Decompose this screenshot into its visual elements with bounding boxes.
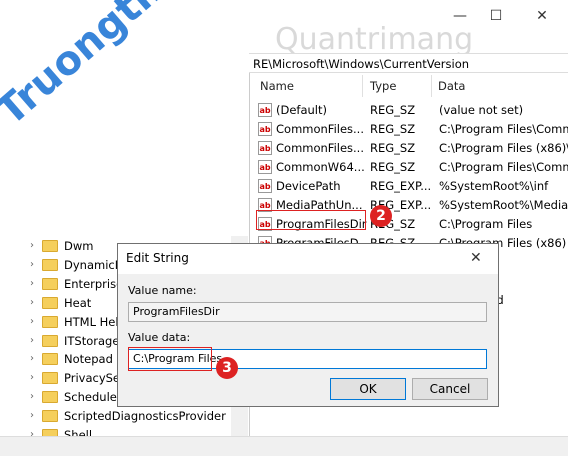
string-value-icon: ab: [258, 160, 272, 174]
list-row[interactable]: ab DevicePath REG_EXP... %SystemRoot%\inf: [258, 177, 568, 196]
tree-item-label: Heat: [64, 295, 92, 310]
folder-icon: [42, 296, 58, 309]
value-data: %SystemRoot%\Media: [439, 198, 568, 212]
folder-icon: [42, 353, 58, 366]
chevron-right-icon[interactable]: ›: [30, 293, 40, 313]
watermark-quantrimang: Quantrimang: [275, 22, 474, 57]
tree-item-label: Notepad: [64, 352, 113, 367]
value-data: %SystemRoot%\inf: [439, 179, 549, 193]
value-name: CommonFiles...: [276, 141, 364, 155]
value-type: REG_EXP...: [370, 179, 432, 193]
watermark-truongtin: Truongtin.top: [0, 0, 251, 135]
column-header-data[interactable]: Data: [438, 79, 465, 93]
tree-item-label: Schedule: [64, 390, 117, 405]
chevron-right-icon[interactable]: ›: [30, 349, 40, 369]
chevron-right-icon[interactable]: ›: [30, 331, 40, 351]
tree-item-label: DynamicM: [64, 257, 125, 272]
list-row[interactable]: ab CommonFiles... REG_SZ C:\Program Files (…: [258, 139, 568, 158]
tree-item-label: Dwm: [64, 239, 94, 253]
value-name: CommonW64...: [276, 160, 365, 174]
chevron-right-icon[interactable]: ›: [30, 312, 40, 332]
cancel-button[interactable]: Cancel: [412, 378, 488, 400]
column-divider[interactable]: [431, 75, 432, 97]
tree-item-label: HTML Hel: [64, 314, 119, 329]
value-data: C:\Program Files (x86)\C: [439, 141, 568, 155]
folder-icon: [42, 334, 58, 347]
edit-string-dialog: Edit String ✕ Value name: ProgramFilesDi…: [117, 243, 499, 407]
folder-icon: [42, 410, 58, 423]
list-row[interactable]: ab (Default) REG_SZ (value not set): [258, 101, 568, 120]
maximize-icon[interactable]: ☐: [481, 6, 511, 26]
close-icon[interactable]: ✕: [527, 6, 557, 26]
column-header-name[interactable]: Name: [260, 79, 294, 93]
ok-button[interactable]: OK: [330, 378, 406, 400]
tree-item-label: Enterprise: [64, 276, 124, 291]
value-name: (Default): [276, 103, 327, 117]
address-bar[interactable]: RE\Microsoft\Windows\CurrentVersion: [249, 53, 568, 73]
folder-icon: [42, 240, 58, 252]
value-data: C:\Program Files\Comm: [439, 122, 568, 136]
highlight-box-programfilesdir: [256, 210, 366, 230]
string-value-icon: ab: [258, 179, 272, 193]
column-header-type[interactable]: Type: [370, 79, 396, 93]
value-name-field[interactable]: ProgramFilesDir: [128, 302, 487, 322]
dialog-titlebar[interactable]: Edit String ✕: [118, 244, 498, 274]
chevron-right-icon[interactable]: ›: [30, 368, 40, 388]
folder-icon: [42, 372, 58, 385]
tree-item-label: ScriptedDiagnosticsProvider: [64, 409, 226, 424]
value-name: CommonFiles...: [276, 122, 364, 136]
string-value-icon: ab: [258, 122, 272, 136]
string-value-icon: ab: [258, 141, 272, 155]
value-data: C:\Program Files: [439, 217, 533, 231]
value-data-label: Value data:: [128, 331, 191, 344]
tree-item-label: PrivacySet: [64, 371, 125, 386]
folder-icon: [42, 391, 58, 404]
step-2-badge: 2: [370, 205, 392, 227]
chevron-right-icon[interactable]: ›: [30, 274, 40, 294]
dialog-close-icon[interactable]: ✕: [470, 250, 482, 266]
value-type: REG_SZ: [370, 103, 416, 117]
folder-icon: [42, 315, 58, 328]
column-divider[interactable]: [362, 75, 363, 97]
value-name-label: Value name:: [128, 284, 197, 297]
chevron-right-icon[interactable]: ›: [30, 255, 40, 275]
folder-icon: [42, 258, 58, 271]
tree-item-label: ITStorage: [64, 333, 120, 348]
chevron-right-icon[interactable]: ›: [30, 387, 40, 407]
folder-icon: [42, 277, 58, 290]
list-row[interactable]: ab CommonFiles... REG_SZ C:\Program Files\C…: [258, 120, 568, 139]
string-value-icon: ab: [258, 103, 272, 117]
value-data: (value not set): [439, 103, 524, 117]
step-3-badge: 3: [216, 357, 238, 379]
value-data: C:\Program Files\Comm: [439, 160, 568, 174]
list-row[interactable]: ab CommonW64... REG_SZ C:\Program Files\Com…: [258, 158, 568, 177]
chevron-right-icon[interactable]: ›: [30, 406, 40, 426]
chevron-right-icon[interactable]: ›: [30, 236, 40, 256]
value-type: REG_SZ: [370, 122, 416, 136]
value-type: REG_SZ: [370, 141, 416, 155]
value-name: DevicePath: [276, 179, 341, 193]
highlight-box-value-data: [128, 347, 212, 371]
dialog-title: Edit String: [126, 251, 189, 265]
horizontal-scrollbar[interactable]: [0, 436, 568, 456]
value-type: REG_SZ: [370, 160, 416, 174]
